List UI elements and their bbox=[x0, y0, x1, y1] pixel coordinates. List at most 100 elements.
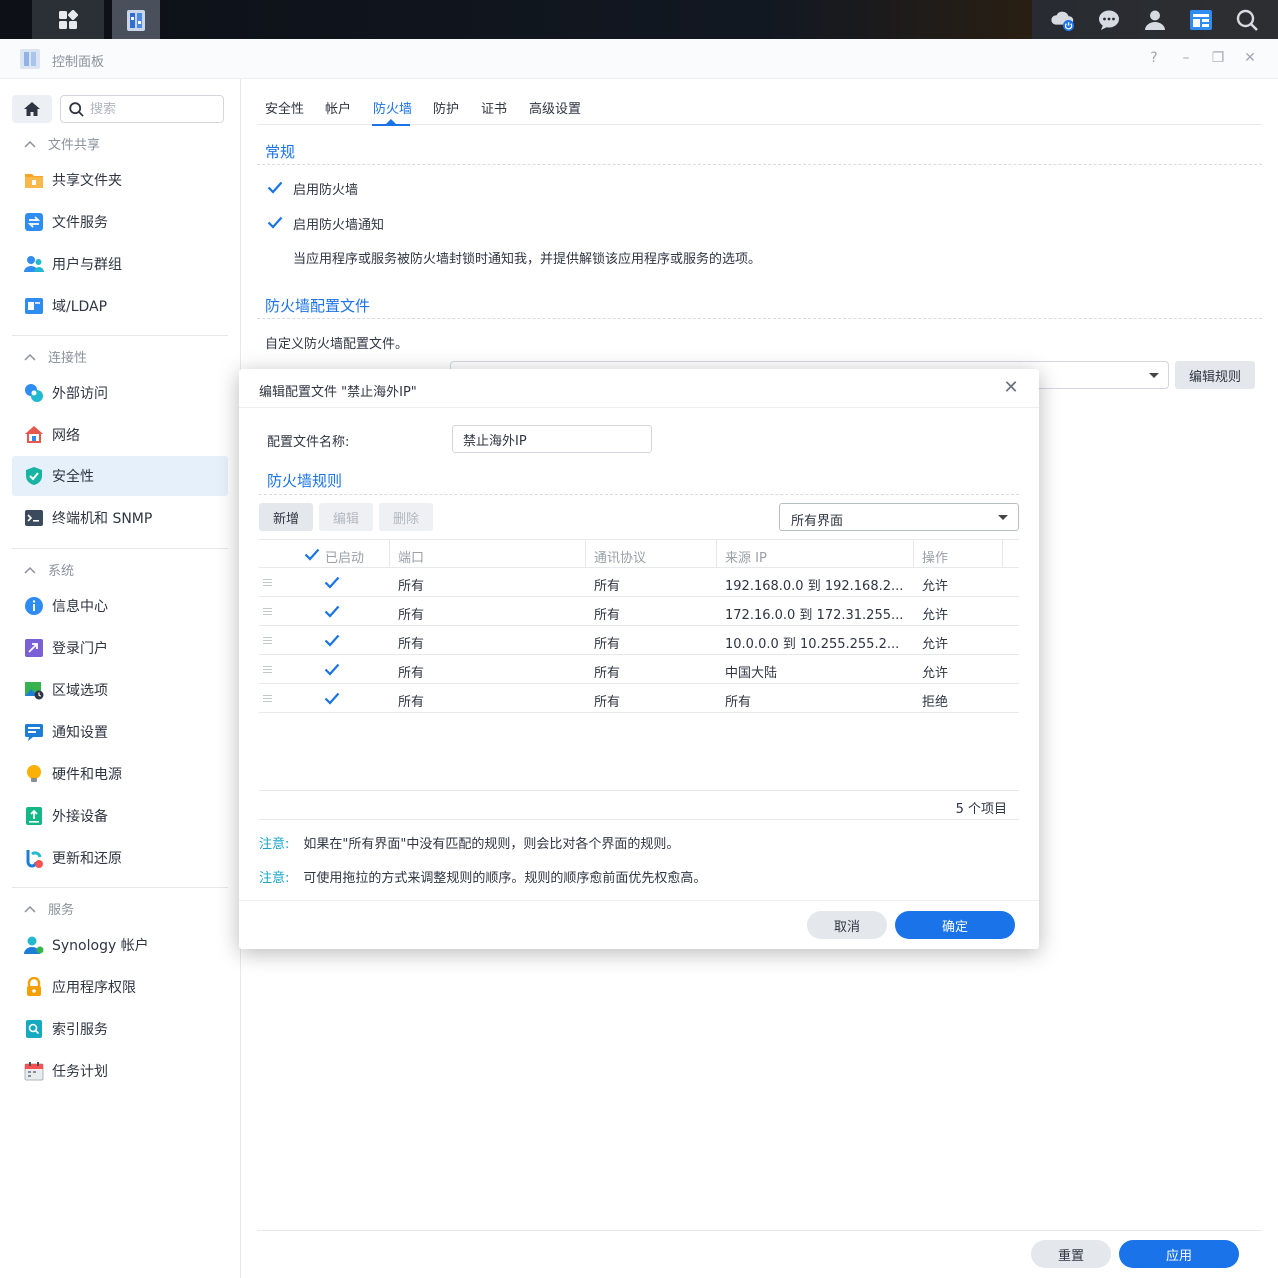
table-row[interactable]: 所有 所有 172.16.0.0 到 172.31.255... 允许 bbox=[259, 597, 1019, 626]
add-rule-button[interactable]: 新增 bbox=[259, 503, 313, 531]
sidebar-item-indexing[interactable]: 索引服务 bbox=[12, 1009, 228, 1049]
tab-security[interactable]: 安全性 bbox=[265, 98, 304, 117]
sidebar-item-file-services[interactable]: 文件服务 bbox=[12, 202, 228, 242]
row-enabled-checkbox[interactable] bbox=[323, 631, 341, 649]
sidebar-item-label: Synology 帐户 bbox=[52, 938, 149, 954]
drag-handle-icon[interactable] bbox=[263, 576, 272, 588]
cell-action: 允许 bbox=[922, 637, 949, 652]
reset-button[interactable]: 重置 bbox=[1031, 1240, 1111, 1268]
sidebar-item-update-restore[interactable]: 更新和还原 bbox=[12, 838, 228, 878]
column-header-enabled[interactable]: 已启动 bbox=[325, 547, 364, 566]
row-enabled-checkbox[interactable] bbox=[323, 660, 341, 678]
row-enabled-checkbox[interactable] bbox=[323, 573, 341, 591]
drag-handle-icon[interactable] bbox=[263, 663, 272, 675]
close-icon[interactable]: ✕ bbox=[1241, 49, 1259, 67]
sidebar-item-label: 安全性 bbox=[52, 469, 94, 485]
apply-button[interactable]: 应用 bbox=[1119, 1240, 1239, 1268]
sidebar-item-external-devices[interactable]: 外接设备 bbox=[12, 796, 228, 836]
minimize-icon[interactable]: – bbox=[1177, 49, 1195, 67]
main-menu-button[interactable] bbox=[32, 0, 104, 39]
sidebar-item-regional-options[interactable]: 区域选项 bbox=[12, 670, 228, 710]
enable-firewall-checkbox[interactable] bbox=[266, 178, 284, 196]
tab-bar: 安全性 帐户 防火墙 防护 证书 高级设置 bbox=[257, 79, 1262, 125]
search-input[interactable] bbox=[90, 101, 210, 117]
control-panel-taskbar-button[interactable] bbox=[112, 0, 160, 39]
sidebar-item-hardware-power[interactable]: 硬件和电源 bbox=[12, 754, 228, 794]
tab-certificate[interactable]: 证书 bbox=[481, 98, 507, 117]
sidebar-item-info-center[interactable]: 信息中心 bbox=[12, 586, 228, 626]
sidebar-item-login-portal[interactable]: 登录门户 bbox=[12, 628, 228, 668]
column-header-protocol[interactable]: 通讯协议 bbox=[594, 547, 646, 566]
drag-handle-icon[interactable] bbox=[263, 605, 272, 617]
sidebar: 文件共享 共享文件夹 文件服务 用户与群组 域/LDAP 连接性 外部访问 网络… bbox=[0, 79, 241, 1278]
tab-firewall[interactable]: 防火墙 bbox=[373, 98, 412, 117]
section-file-sharing[interactable]: 文件共享 bbox=[24, 134, 100, 153]
column-header-action[interactable]: 操作 bbox=[922, 547, 948, 566]
table-row[interactable]: 所有 所有 中国大陆 允许 bbox=[259, 655, 1019, 684]
enable-notify-checkbox[interactable] bbox=[266, 213, 284, 231]
section-system[interactable]: 系统 bbox=[24, 560, 74, 579]
tab-protection[interactable]: 防护 bbox=[433, 98, 459, 117]
widgets-icon[interactable] bbox=[1188, 7, 1214, 33]
sidebar-item-network[interactable]: 网络 bbox=[12, 415, 228, 455]
ok-button[interactable]: 确定 bbox=[895, 911, 1015, 939]
search-icon[interactable] bbox=[1234, 7, 1260, 33]
chat-icon[interactable] bbox=[1096, 7, 1122, 33]
control-panel-icon bbox=[20, 49, 40, 69]
cell-port: 所有 bbox=[398, 637, 425, 652]
sidebar-item-terminal-snmp[interactable]: 终端机和 SNMP bbox=[12, 498, 228, 538]
restore-icon[interactable]: ❐ bbox=[1209, 49, 1227, 67]
sidebar-item-label: 登录门户 bbox=[52, 641, 108, 657]
cloud-sync-icon[interactable] bbox=[1050, 7, 1076, 33]
section-services[interactable]: 服务 bbox=[24, 899, 74, 918]
column-header-port[interactable]: 端口 bbox=[398, 547, 424, 566]
search-box[interactable] bbox=[60, 95, 224, 123]
section-title: 服务 bbox=[48, 903, 75, 918]
tab-account[interactable]: 帐户 bbox=[325, 98, 351, 117]
select-all-checkbox[interactable] bbox=[303, 545, 321, 563]
cell-protocol: 所有 bbox=[594, 579, 621, 594]
close-icon[interactable]: ✕ bbox=[1001, 378, 1021, 398]
row-enabled-checkbox[interactable] bbox=[323, 602, 341, 620]
table-row[interactable]: 所有 所有 192.168.0.0 到 192.168.2... 允许 bbox=[259, 568, 1019, 597]
row-enabled-checkbox[interactable] bbox=[323, 689, 341, 707]
sidebar-item-users-groups[interactable]: 用户与群组 bbox=[12, 244, 228, 284]
help-icon[interactable]: ? bbox=[1145, 49, 1163, 67]
user-icon[interactable] bbox=[1142, 7, 1168, 33]
drag-handle-icon[interactable] bbox=[263, 634, 272, 646]
sidebar-item-label: 终端机和 SNMP bbox=[52, 511, 153, 527]
sidebar-item-app-privileges[interactable]: 应用程序权限 bbox=[12, 967, 228, 1007]
cancel-button[interactable]: 取消 bbox=[807, 911, 887, 939]
sidebar-item-label: 通知设置 bbox=[52, 725, 108, 741]
table-row[interactable]: 所有 所有 所有 拒绝 bbox=[259, 684, 1019, 713]
sidebar-item-synology-account[interactable]: Synology 帐户 bbox=[12, 925, 228, 965]
tab-advanced[interactable]: 高级设置 bbox=[529, 98, 581, 117]
edit-rule-button[interactable]: 编辑 bbox=[319, 503, 373, 531]
delete-rule-button[interactable]: 删除 bbox=[379, 503, 433, 531]
column-separator bbox=[585, 540, 586, 568]
shield-icon bbox=[26, 467, 42, 485]
sidebar-item-external-access[interactable]: 外部访问 bbox=[12, 373, 228, 413]
interface-select[interactable]: 所有界面 bbox=[779, 503, 1019, 531]
drag-handle-icon[interactable] bbox=[263, 692, 272, 704]
terminal-icon bbox=[25, 510, 43, 526]
section-connectivity[interactable]: 连接性 bbox=[24, 347, 87, 366]
item-count: 5 个项目 bbox=[955, 802, 1007, 817]
column-header-source-ip[interactable]: 来源 IP bbox=[725, 547, 767, 566]
sidebar-item-notification[interactable]: 通知设置 bbox=[12, 712, 228, 752]
rules-section-title: 防火墙规则 bbox=[267, 472, 343, 490]
sidebar-item-shared-folder[interactable]: 共享文件夹 bbox=[12, 160, 228, 200]
sidebar-item-domain-ldap[interactable]: 域/LDAP bbox=[12, 286, 228, 326]
cell-source-ip: 172.16.0.0 到 172.31.255... bbox=[725, 608, 904, 623]
cell-port: 所有 bbox=[398, 608, 425, 623]
profile-name-input[interactable] bbox=[452, 425, 652, 453]
chevron-up-icon bbox=[24, 140, 36, 148]
sidebar-item-security[interactable]: 安全性 bbox=[12, 456, 228, 496]
sidebar-item-label: 共享文件夹 bbox=[52, 173, 122, 189]
sidebar-item-task-scheduler[interactable]: 任务计划 bbox=[12, 1051, 228, 1091]
home-button[interactable] bbox=[12, 95, 52, 123]
table-row[interactable]: 所有 所有 10.0.0.0 到 10.255.255.2... 允许 bbox=[259, 626, 1019, 655]
dialog-title: 编辑配置文件 "禁止海外IP" bbox=[259, 385, 417, 400]
network-icon bbox=[25, 426, 43, 443]
edit-rules-button[interactable]: 编辑规则 bbox=[1175, 361, 1255, 389]
